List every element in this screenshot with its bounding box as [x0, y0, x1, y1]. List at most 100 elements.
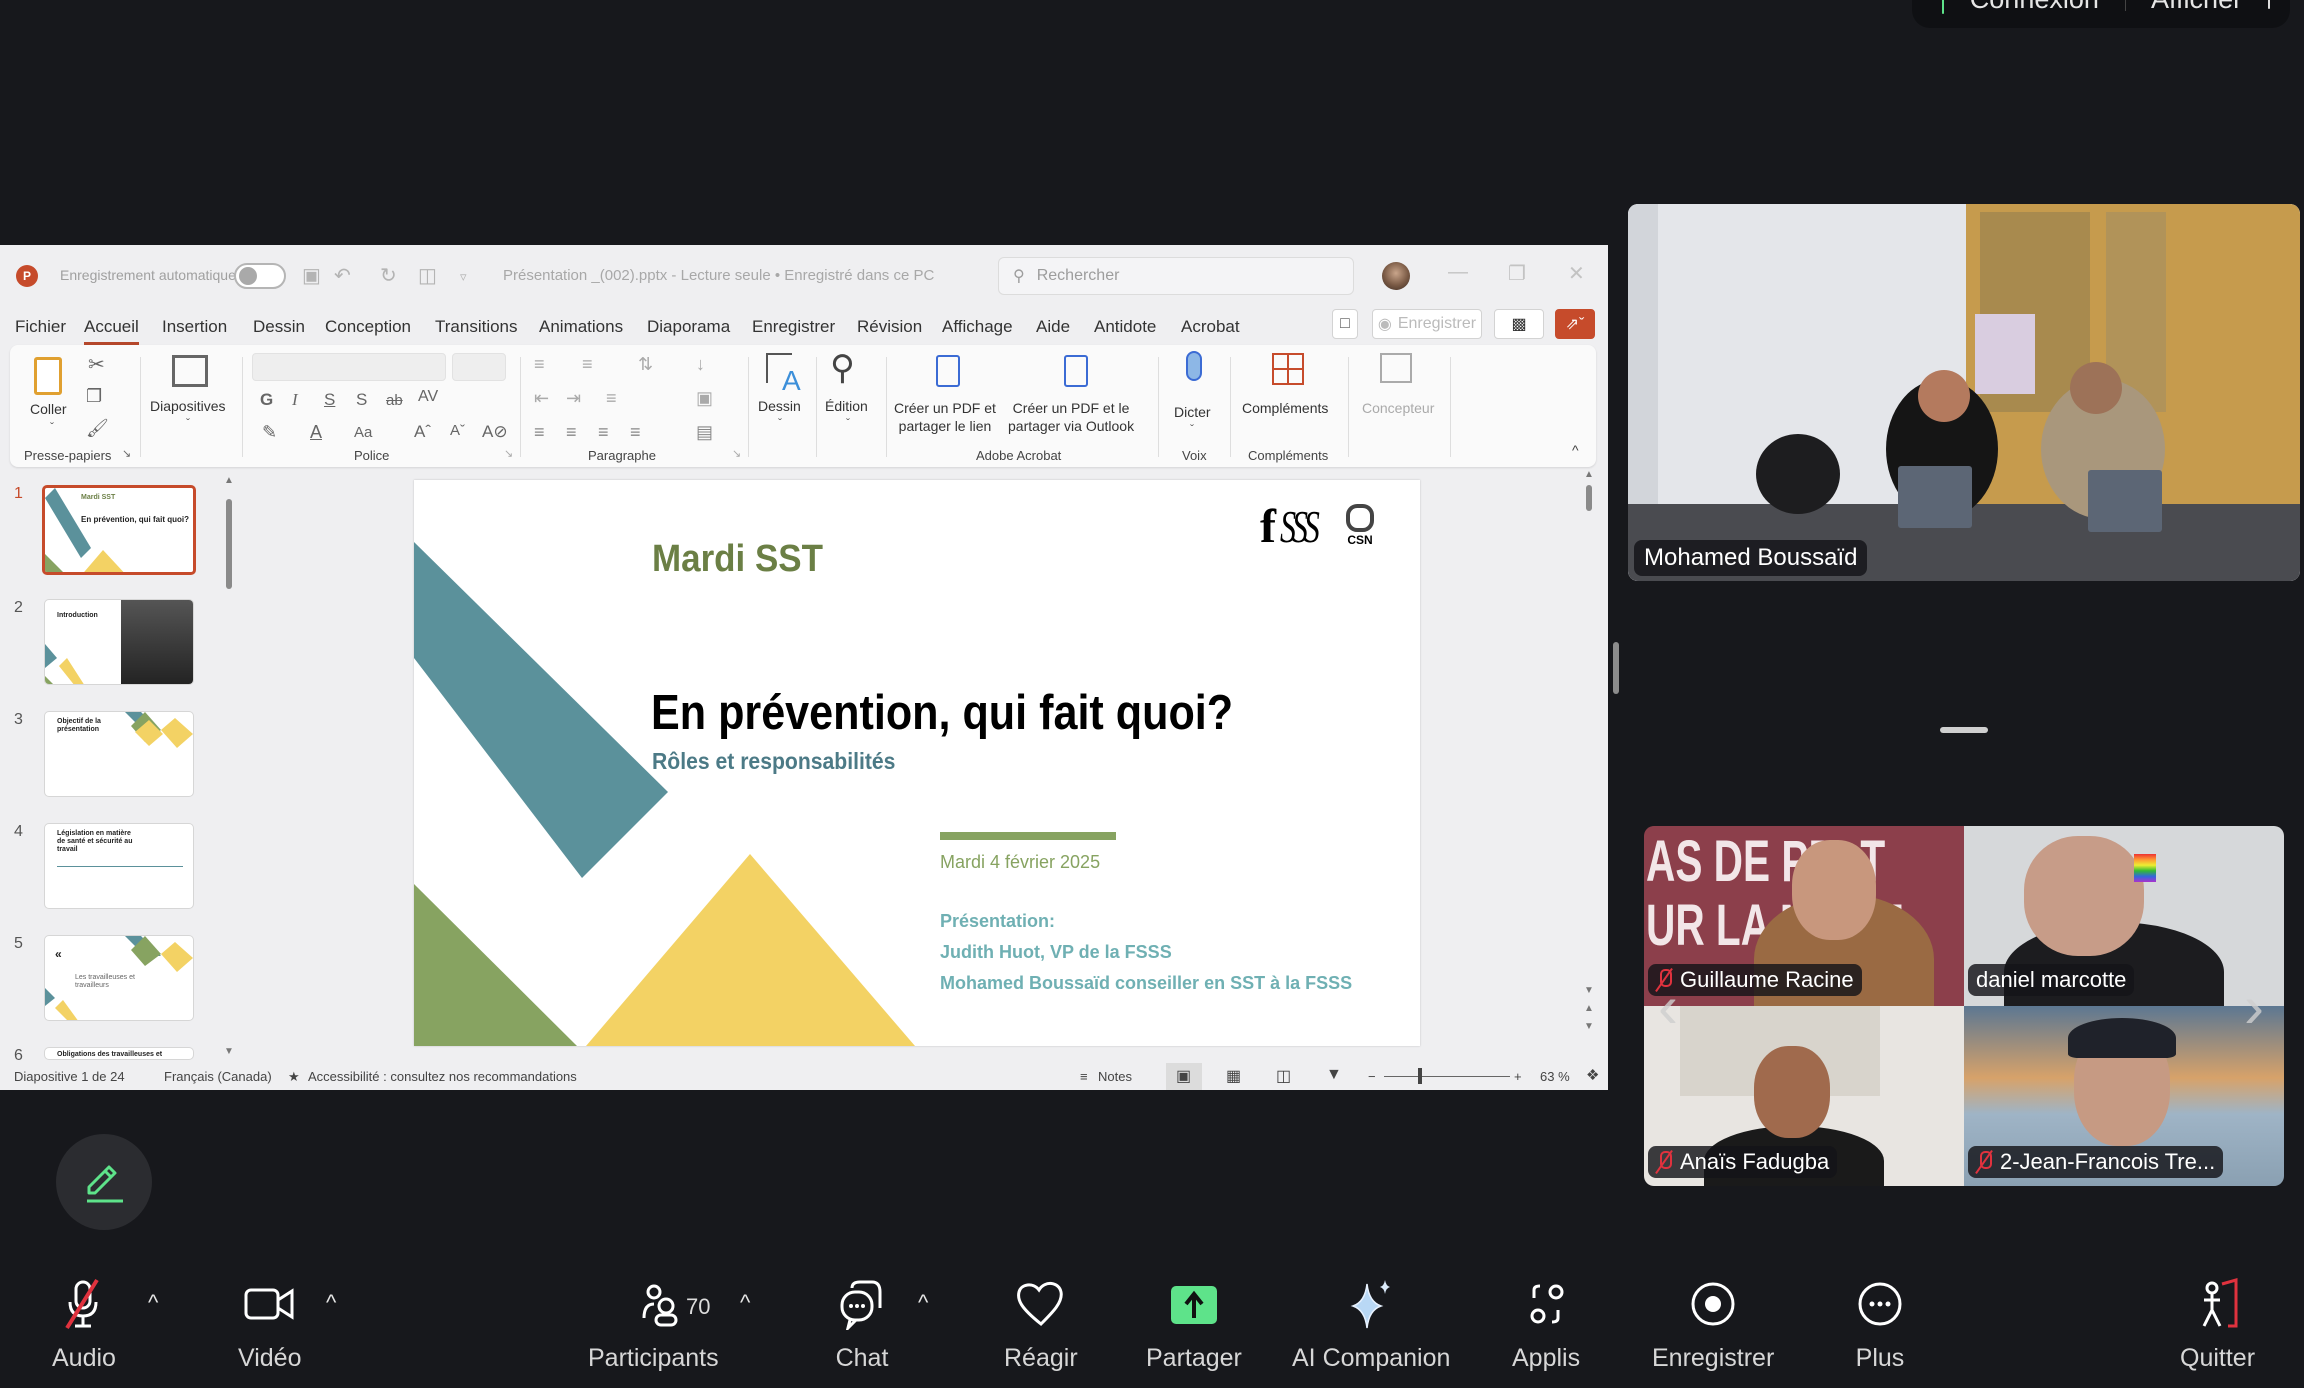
scrollbar-thumb[interactable]	[226, 499, 232, 589]
slide-editor[interactable]: f SSS CSN Mardi SST En prévention, qui f…	[246, 469, 1594, 1060]
clear-formatting-icon[interactable]: A⊘	[482, 423, 508, 440]
participants-button[interactable]: Participants	[588, 1278, 719, 1373]
next-slide-icon[interactable]: ▼	[1584, 1021, 1594, 1032]
font-name-combo[interactable]	[252, 353, 446, 381]
pdf-link-icon[interactable]	[936, 355, 960, 387]
tab-antidote[interactable]: Antidote	[1094, 317, 1156, 337]
text-direction-icon[interactable]: ↓	[696, 355, 705, 373]
addins-icon[interactable]	[1272, 353, 1304, 385]
decrease-indent-icon[interactable]: ⇤	[534, 389, 549, 407]
align-right-icon[interactable]: ≡	[598, 423, 609, 441]
share-button[interactable]: ⇗ˇ	[1555, 309, 1595, 339]
align-center-icon[interactable]: ≡	[566, 423, 577, 441]
dictate-button[interactable]: Dicter	[1174, 403, 1211, 421]
shrink-font-icon[interactable]: Aˇ	[450, 423, 465, 438]
numbering-icon[interactable]: ≡	[582, 355, 593, 373]
slideshow-icon[interactable]: ▼	[1326, 1066, 1342, 1084]
designer-button[interactable]: Concepteur	[1362, 399, 1434, 417]
react-button[interactable]: Réagir	[1004, 1278, 1078, 1373]
copy-icon[interactable]: ❐	[86, 387, 102, 405]
redo-icon[interactable]: ↻	[380, 263, 397, 288]
tab-affichage[interactable]: Affichage	[942, 317, 1013, 337]
font-color-icon[interactable]: A	[310, 423, 322, 441]
record-button[interactable]: ◉ Enregistrer	[1372, 309, 1482, 339]
thumbnail-slide-6[interactable]: Obligations des travailleuses et	[44, 1047, 194, 1060]
gallery-prev-icon[interactable]: ‹	[1658, 972, 1678, 1041]
participant-tile[interactable]: daniel marcotte	[1964, 826, 2284, 1006]
scroll-up-icon[interactable]: ▲	[224, 475, 234, 486]
gallery-divider-handle[interactable]	[1940, 727, 1988, 733]
designer-icon[interactable]	[1380, 353, 1412, 383]
underline-button[interactable]: S	[324, 391, 335, 408]
comments-button[interactable]: □	[1332, 309, 1358, 339]
tab-enregistrer[interactable]: Enregistrer	[752, 317, 835, 337]
cut-icon[interactable]: ✂	[88, 355, 105, 375]
thumbnail-slide-3[interactable]: Objectif de la présentation	[44, 711, 194, 797]
minimize-icon[interactable]: —	[1448, 261, 1468, 284]
scroll-down-icon[interactable]: ▼	[1584, 985, 1594, 996]
close-icon[interactable]: ✕	[1568, 261, 1585, 286]
tab-conception[interactable]: Conception	[325, 317, 411, 337]
participants-options-icon[interactable]: ^	[740, 1290, 750, 1316]
present-icon[interactable]: ◫	[418, 263, 437, 288]
audio-button[interactable]: Audio	[52, 1278, 116, 1373]
thumbnail-slide-5[interactable]: « Les travailleuses et travailleurs	[44, 935, 194, 1021]
zoom-slider[interactable]	[1384, 1076, 1510, 1077]
gallery-next-icon[interactable]: ›	[2244, 972, 2264, 1041]
save-icon[interactable]: ▣	[302, 263, 321, 288]
user-avatar[interactable]	[1382, 262, 1410, 290]
clipboard-launcher-icon[interactable]: ↘	[122, 449, 131, 460]
slide-sorter-icon[interactable]: ▦	[1226, 1066, 1241, 1086]
editor-scrollbar[interactable]: ▲ ▼ ▲ ▼	[1584, 469, 1594, 1060]
annotate-button[interactable]	[56, 1134, 152, 1230]
restore-icon[interactable]: ❐	[1508, 261, 1526, 286]
language-indicator[interactable]: Français (Canada)	[164, 1069, 272, 1084]
search-box[interactable]: ⚲ Rechercher	[998, 257, 1354, 295]
zoom-level[interactable]: 63 %	[1540, 1069, 1570, 1084]
editing-dropdown-icon[interactable]: ˇ	[846, 417, 850, 429]
char-spacing-button[interactable]: AV	[418, 389, 438, 405]
participant-tile[interactable]: AS DE PR TUR LA M DIE Guillaume Racine	[1644, 826, 1964, 1006]
main-speaker-video[interactable]: Mohamed Boussaïd	[1628, 204, 2300, 581]
scroll-down-icon[interactable]: ▼	[224, 1046, 234, 1057]
apps-button[interactable]: Applis	[1512, 1278, 1580, 1373]
microphone-icon[interactable]	[1186, 351, 1202, 381]
grow-font-icon[interactable]: Aˆ	[414, 423, 431, 440]
thumbnail-slide-2[interactable]: Introduction	[44, 599, 194, 685]
line-spacing-icon[interactable]: ⇅	[638, 355, 653, 373]
zoom-in-icon[interactable]: +	[1514, 1069, 1522, 1084]
thumbnail-slide-4[interactable]: Législation en matière de santé et sécur…	[44, 823, 194, 909]
accessibility-status[interactable]: Accessibilité : consultez nos recommanda…	[308, 1069, 577, 1084]
paste-dropdown-icon[interactable]: ˇ	[50, 421, 54, 433]
strikethrough-button[interactable]: ab	[386, 393, 403, 408]
chat-options-icon[interactable]: ^	[918, 1290, 928, 1316]
tab-diaporama[interactable]: Diaporama	[647, 317, 730, 337]
tab-acrobat[interactable]: Acrobat	[1181, 317, 1240, 337]
audio-options-icon[interactable]: ^	[148, 1290, 158, 1316]
document-title[interactable]: Présentation _(002).pptx - Lecture seule…	[503, 267, 934, 284]
panel-resize-handle[interactable]	[1613, 642, 1619, 694]
video-options-icon[interactable]: ^	[326, 1290, 336, 1316]
thumbnail-slide-1[interactable]: Mardi SST En prévention, qui fait quoi?	[42, 485, 196, 575]
dictate-dropdown-icon[interactable]: ˇ	[1190, 423, 1194, 435]
bullets-icon[interactable]: ≡	[534, 355, 545, 373]
paste-icon[interactable]	[34, 357, 62, 395]
video-button[interactable]: Vidéo	[238, 1278, 302, 1373]
tab-fichier[interactable]: Fichier	[15, 317, 66, 337]
paragraph-launcher-icon[interactable]: ↘	[732, 449, 741, 460]
pdf-link-button[interactable]: Créer un PDF et partager le lien	[894, 399, 996, 435]
italic-button[interactable]: I	[292, 391, 298, 408]
collapse-ribbon-icon[interactable]: ^	[1572, 443, 1579, 457]
drawing-button[interactable]: Dessin	[758, 397, 801, 415]
highlight-icon[interactable]: ✎	[262, 423, 277, 441]
participant-tile[interactable]: 2-Jean-Francois Tre...	[1964, 1006, 2284, 1186]
change-case-icon[interactable]: Aa	[354, 425, 372, 440]
teams-button[interactable]: ▩	[1494, 309, 1544, 339]
slides-dropdown-icon[interactable]: ˇ	[186, 417, 190, 429]
tab-revision[interactable]: Révision	[857, 317, 922, 337]
tab-transitions[interactable]: Transitions	[435, 317, 518, 337]
view-label[interactable]: Afficher	[2151, 0, 2242, 15]
current-slide[interactable]: f SSS CSN Mardi SST En prévention, qui f…	[414, 480, 1420, 1046]
leave-button[interactable]: Quitter	[2180, 1278, 2255, 1373]
paste-button[interactable]: Coller	[30, 400, 67, 418]
